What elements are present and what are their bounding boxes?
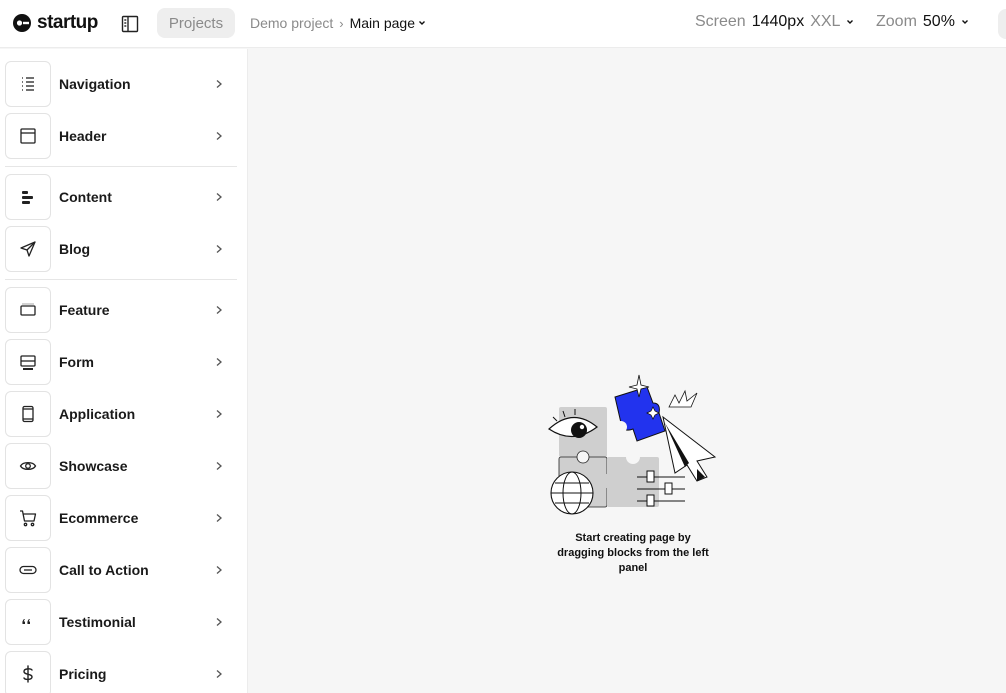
sidebar-item-blog[interactable]: Blog <box>5 226 237 272</box>
sidebar-item-label: Showcase <box>59 458 128 474</box>
header-layout-icon <box>20 128 36 144</box>
sidebar-item-icon-box <box>5 287 51 333</box>
top-bar: startup Projects Demo project › Main pag… <box>0 0 1006 48</box>
screen-width-value: 1440px <box>751 13 805 30</box>
chevron-right-icon <box>216 132 222 140</box>
overflow-button[interactable] <box>998 9 1006 39</box>
logo-icon <box>13 14 31 32</box>
sidebar-item-label: Blog <box>59 241 91 257</box>
list-icon <box>22 77 34 91</box>
sidebar-item-icon-box <box>5 174 51 220</box>
zoom-value: 50% <box>922 13 955 30</box>
empty-canvas-message: Start creating page by dragging blocks f… <box>557 532 709 574</box>
page-canvas[interactable]: Start creating page by dragging blocks f… <box>249 49 1006 693</box>
breadcrumb-project[interactable]: Demo project <box>250 15 333 31</box>
sidebar-item-icon-box <box>5 547 51 593</box>
sidebar-item-label: Form <box>59 354 94 370</box>
phone-icon <box>22 405 34 423</box>
breadcrumb-separator: › <box>339 15 344 31</box>
sidebar-item-call-to-action[interactable]: Call to Action <box>5 547 237 593</box>
sidebar-item-content[interactable]: Content <box>5 174 237 220</box>
screen-size-selector[interactable]: Screen 1440px XXL <box>695 13 854 31</box>
sidebar-item-label: Call to Action <box>59 562 149 578</box>
sidebar-item-icon-box <box>5 495 51 541</box>
chevron-down-icon <box>847 20 854 24</box>
chevron-right-icon <box>216 410 222 418</box>
sidebar-item-icon-box <box>5 599 51 645</box>
sidebar-item-form[interactable]: Form <box>5 339 237 385</box>
sidebar-item-ecommerce[interactable]: Ecommerce <box>5 495 237 541</box>
sidebar-item-label: Ecommerce <box>59 510 139 526</box>
sidebar-item-icon-box <box>5 339 51 385</box>
projects-button[interactable]: Projects <box>157 8 235 38</box>
sidebar-item-label: Header <box>59 128 107 144</box>
chevron-down-icon <box>419 21 425 25</box>
form-icon <box>20 355 36 370</box>
block-library-sidebar: Navigation Header Content Blog Feature F… <box>0 49 248 693</box>
sidebar-item-icon-box <box>5 651 51 693</box>
page-selector-label: Main page <box>349 15 415 31</box>
sidebar-item-icon-box <box>5 113 51 159</box>
screen-label: Screen <box>695 13 746 30</box>
chevron-right-icon <box>216 618 222 626</box>
sidebar-item-label: Navigation <box>59 76 131 92</box>
page-selector[interactable]: Main page <box>350 15 426 31</box>
sidebar-item-pricing[interactable]: Pricing <box>5 651 237 693</box>
app-logo[interactable]: startup <box>12 12 98 34</box>
sidebar-item-feature[interactable]: Feature <box>5 287 237 333</box>
sidebar-item-label: Feature <box>59 302 110 318</box>
sidebar-item-label: Application <box>59 406 136 422</box>
align-left-icon <box>22 191 33 204</box>
sidebar-item-header[interactable]: Header <box>5 113 237 159</box>
zoom-label: Zoom <box>876 13 917 30</box>
send-icon <box>20 241 36 257</box>
chevron-down-icon <box>961 20 968 24</box>
sidebar-item-icon-box <box>5 391 51 437</box>
eye-icon <box>19 461 37 471</box>
cta-button-icon <box>19 565 37 575</box>
chevron-right-icon <box>216 80 222 88</box>
divider <box>5 279 237 280</box>
sidebar-item-icon-box <box>5 226 51 272</box>
dollar-icon <box>23 665 33 683</box>
chevron-right-icon <box>216 193 222 201</box>
app-name: startup <box>37 12 98 33</box>
sidebar-item-application[interactable]: Application <box>5 391 237 437</box>
feature-card-icon <box>20 303 36 316</box>
sidebar-item-icon-box <box>5 443 51 489</box>
chevron-right-icon <box>216 306 222 314</box>
chevron-right-icon <box>216 514 222 522</box>
puzzle-illustration <box>548 374 717 515</box>
sidebar-item-label: Pricing <box>59 666 107 682</box>
zoom-selector[interactable]: Zoom 50% <box>876 13 969 31</box>
chevron-right-icon <box>216 670 222 678</box>
sidebar-item-label: Testimonial <box>59 614 136 630</box>
cart-icon <box>20 510 37 527</box>
screen-size-badge: XXL <box>810 13 841 30</box>
sidebar-item-navigation[interactable]: Navigation <box>5 61 237 107</box>
chevron-right-icon <box>216 358 222 366</box>
breadcrumb: Demo project › Main page <box>250 14 426 32</box>
sidebar-item-label: Content <box>59 189 112 205</box>
quote-icon <box>22 619 30 624</box>
divider <box>5 166 237 167</box>
sidebar-item-testimonial[interactable]: Testimonial <box>5 599 237 645</box>
sidebar-item-showcase[interactable]: Showcase <box>5 443 237 489</box>
chevron-right-icon <box>216 462 222 470</box>
chevron-right-icon <box>216 566 222 574</box>
panel-toggle-button[interactable] <box>119 13 141 35</box>
sidebar-item-icon-box <box>5 61 51 107</box>
chevron-right-icon <box>216 245 222 253</box>
sidebar-toggle-icon <box>121 15 139 33</box>
